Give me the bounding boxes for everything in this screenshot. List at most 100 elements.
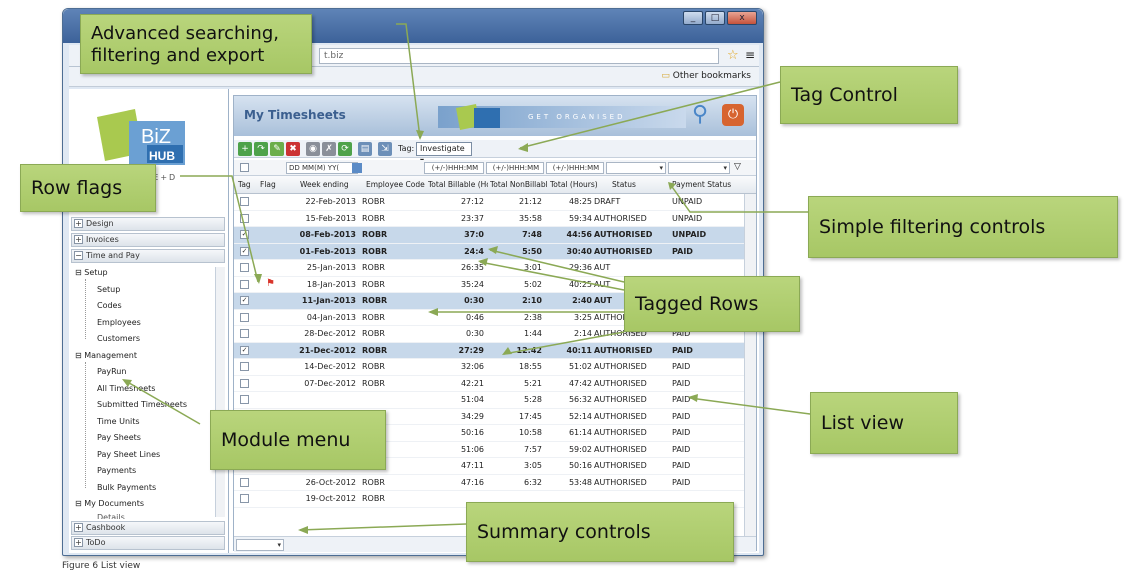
table-row[interactable]: 51:04 5:28 56:32 AUTHORISED PAID bbox=[234, 392, 744, 409]
menu-item-employees[interactable]: Employees bbox=[97, 318, 141, 327]
col-status[interactable]: Status bbox=[612, 180, 636, 189]
tree-node-setup[interactable]: ⊟ Setup bbox=[75, 268, 108, 277]
tag-checkbox[interactable]: ✓ bbox=[240, 345, 249, 355]
flag-icon[interactable]: ⚑ bbox=[266, 278, 275, 289]
tag-checkbox[interactable] bbox=[240, 263, 249, 272]
minimize-button[interactable]: _ bbox=[683, 11, 703, 25]
menu-item-submitted-timesheets[interactable]: Submitted Timesheets bbox=[97, 400, 187, 409]
tag-checkbox[interactable] bbox=[240, 279, 249, 289]
section-todo[interactable]: + ToDo bbox=[71, 536, 225, 550]
menu-item-customers[interactable]: Customers bbox=[97, 334, 140, 343]
banner-logo bbox=[456, 104, 500, 130]
section-cashbook[interactable]: + Cashbook bbox=[71, 521, 225, 535]
menu-item-bulk-payments[interactable]: Bulk Payments bbox=[97, 483, 156, 492]
export-icon[interactable]: ⇲ bbox=[378, 142, 392, 156]
col-tag[interactable]: Tag bbox=[238, 180, 251, 189]
maximize-button[interactable]: □ bbox=[705, 11, 725, 25]
col-employee-code[interactable]: Employee Code bbox=[366, 180, 425, 189]
summary-select[interactable]: ▾ bbox=[236, 539, 284, 551]
menu-item-time-units[interactable]: Time Units bbox=[97, 417, 140, 426]
filter-icon[interactable]: ▽ bbox=[734, 162, 741, 172]
table-row[interactable]: ✓ 08-Feb-2013 ROBR 37:0 7:48 44:56 AUTHORISED U… bbox=[234, 227, 744, 244]
tag-checkbox[interactable] bbox=[240, 494, 249, 503]
menu-item-setup[interactable]: Setup bbox=[97, 285, 120, 294]
star-icon[interactable]: ☆ bbox=[727, 48, 739, 63]
menu-item-all-timesheets[interactable]: All Timesheets bbox=[97, 384, 155, 393]
table-row[interactable]: ✓ 21-Dec-2012 ROBR 27:29 12:42 40:11 AUTHORISE… bbox=[234, 342, 744, 359]
employee-code-cell: ROBR bbox=[362, 345, 388, 355]
billable-filter[interactable]: (+/-)HHH:MM bbox=[424, 162, 484, 174]
week-ending-cell: 22-Feb-2013 bbox=[305, 197, 356, 206]
column-header-row: Tag Flag Week ending Employee Code Total… bbox=[234, 176, 756, 194]
menu-item-payrun[interactable]: PayRun bbox=[97, 367, 126, 376]
open-icon[interactable]: ↷ bbox=[254, 142, 268, 156]
menu-item-payments[interactable]: Payments bbox=[97, 466, 136, 475]
tag-checkbox[interactable] bbox=[240, 329, 249, 338]
close-button[interactable]: x bbox=[727, 11, 757, 25]
tag-checkbox[interactable] bbox=[240, 213, 249, 223]
edit-icon[interactable]: ✎ bbox=[270, 142, 284, 156]
menu-item-codes[interactable]: Codes bbox=[97, 301, 122, 310]
refresh-icon[interactable]: ⟳ bbox=[338, 142, 352, 156]
col-total-hours[interactable]: Total (Hours) bbox=[550, 180, 598, 189]
col-week-ending[interactable]: Week ending bbox=[300, 180, 349, 189]
menu-icon[interactable]: ≡ bbox=[745, 48, 755, 62]
section-design[interactable]: + Design bbox=[71, 217, 225, 231]
payment-filter[interactable]: ▾ bbox=[668, 162, 730, 174]
search-icon[interactable]: ⚲ bbox=[692, 102, 708, 127]
menu-item-details[interactable]: Details bbox=[97, 513, 125, 519]
page-title: My Timesheets bbox=[244, 108, 346, 122]
tag-select[interactable]: Investigate ▾ bbox=[416, 142, 472, 165]
tag-checkbox[interactable]: ✓ bbox=[240, 230, 249, 239]
date-filter[interactable]: DD MM(M) YY( bbox=[286, 162, 358, 174]
total-filter[interactable]: (+/-)HHH:MM bbox=[546, 162, 604, 174]
menu-item-pay-sheets[interactable]: Pay Sheets bbox=[97, 433, 141, 442]
billable-cell: 34:29 bbox=[460, 411, 484, 421]
tree-node-management[interactable]: ⊟ Management bbox=[75, 351, 137, 360]
tag-checkbox[interactable] bbox=[240, 197, 249, 206]
table-row[interactable]: ✓ 01-Feb-2013 ROBR 24:4 5:50 30:40 AUTHORISED P… bbox=[234, 243, 744, 260]
tree-node-my-documents[interactable]: ⊟ My Documents bbox=[75, 499, 144, 508]
col-payment-status[interactable]: Payment Status bbox=[672, 180, 731, 189]
table-row[interactable]: 25-Jan-2013 ROBR 26:35 3:01 29:36 AUT bbox=[234, 260, 744, 277]
section-time-and-pay[interactable]: − Time and Pay bbox=[71, 249, 225, 263]
payment-status-cell: UNPAID bbox=[672, 197, 703, 206]
tag-checkbox[interactable]: ✓ bbox=[240, 246, 249, 256]
col-total-billable[interactable]: Total Billable (Ho bbox=[428, 180, 488, 189]
url-input[interactable]: t.biz bbox=[319, 48, 719, 64]
calendar-icon[interactable] bbox=[352, 163, 362, 173]
week-ending-cell: 19-Oct-2012 bbox=[305, 494, 356, 503]
tag-checkbox[interactable] bbox=[240, 312, 249, 322]
clear-filter-icon[interactable]: ✗ bbox=[322, 142, 336, 156]
col-flag[interactable]: Flag bbox=[260, 180, 276, 189]
tag-checkbox[interactable] bbox=[240, 395, 249, 404]
columns-icon[interactable]: ▤ bbox=[358, 142, 372, 156]
table-row[interactable]: 07-Dec-2012 ROBR 42:21 5:21 47:42 AUTHORISED P… bbox=[234, 376, 744, 392]
nonbillable-cell: 5:28 bbox=[524, 395, 542, 404]
status-filter[interactable]: ▾ bbox=[606, 162, 666, 174]
tag-checkbox[interactable] bbox=[240, 477, 249, 487]
select-all-checkbox[interactable] bbox=[240, 163, 249, 172]
sidebar-scrollbar[interactable] bbox=[215, 267, 225, 517]
total-cell: 50:16 bbox=[568, 461, 592, 470]
view-icon[interactable]: ◉ bbox=[306, 142, 320, 156]
col-total-nonbillable[interactable]: Total NonBillable bbox=[490, 180, 548, 189]
table-row[interactable]: 22-Feb-2013 ROBR 27:12 21:12 48:25 DRAFT UNPAI… bbox=[234, 194, 744, 211]
tag-checkbox[interactable] bbox=[240, 378, 249, 388]
add-icon[interactable]: + bbox=[238, 142, 252, 156]
nonbillable-filter[interactable]: (+/-)HHH:MM bbox=[486, 162, 544, 174]
menu-item-pay-sheet-lines[interactable]: Pay Sheet Lines bbox=[97, 450, 160, 459]
payment-status-cell: PAID bbox=[672, 378, 691, 388]
delete-icon[interactable]: ✖ bbox=[286, 142, 300, 156]
tag-checkbox[interactable]: ✓ bbox=[240, 296, 249, 305]
table-row[interactable]: 14-Dec-2012 ROBR 32:06 18:55 51:02 AUTHORISED… bbox=[234, 359, 744, 376]
total-cell: 52:14 bbox=[568, 411, 592, 421]
employee-code-cell: ROBR bbox=[362, 362, 385, 371]
table-row[interactable]: 15-Feb-2013 ROBR 23:37 35:58 59:34 AUTHORISED… bbox=[234, 211, 744, 227]
list-scrollbar[interactable] bbox=[744, 194, 756, 538]
other-bookmarks[interactable]: ▭ Other bookmarks bbox=[661, 71, 751, 81]
tag-checkbox[interactable] bbox=[240, 362, 249, 371]
table-row[interactable]: 26-Oct-2012 ROBR 47:16 6:32 53:48 AUTHORISED P… bbox=[234, 475, 744, 491]
section-invoices[interactable]: + Invoices bbox=[71, 233, 225, 247]
power-icon[interactable]: ⏻ bbox=[722, 104, 744, 126]
